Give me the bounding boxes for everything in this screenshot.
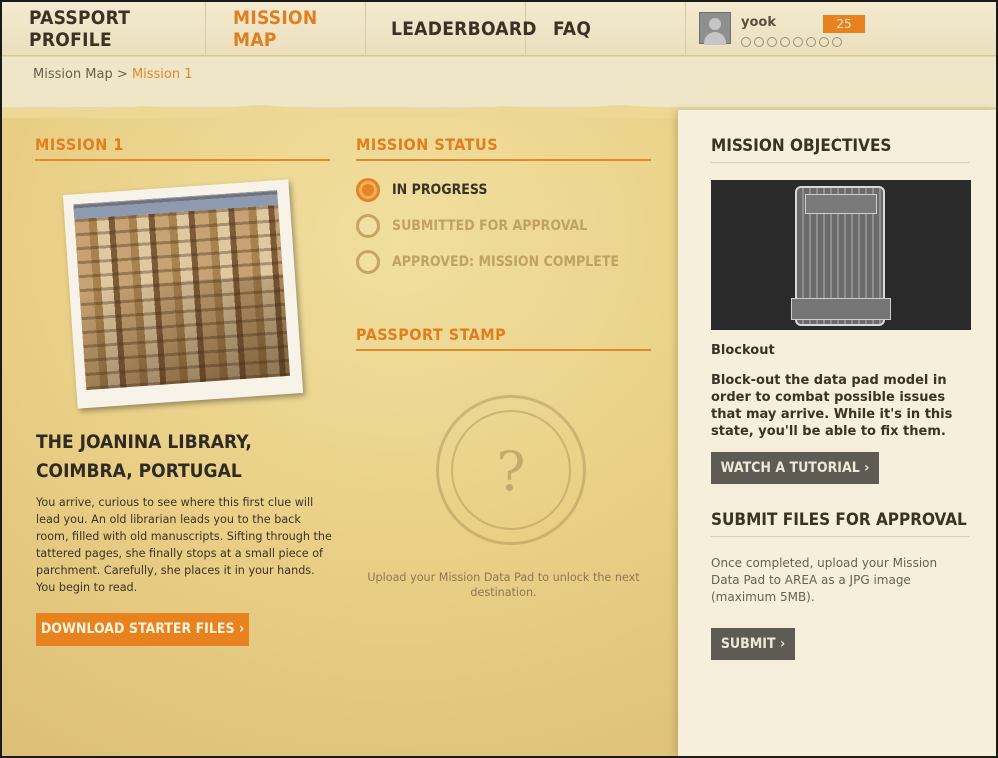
submit-instructions: Once completed, upload your Mission Data…: [711, 556, 938, 604]
submit-button-label: Submit: [720, 636, 776, 652]
progress-dot: [806, 37, 816, 47]
status-label: Approved: Mission Complete: [392, 254, 620, 270]
objective-description: Block-out the data pad model in order to…: [711, 373, 953, 439]
nav-passport-profile[interactable]: Passport Profile: [2, 2, 206, 56]
question-mark-icon: ?: [451, 410, 571, 530]
nav-mission-map[interactable]: Mission Map: [206, 2, 366, 56]
mission-heading-rule: [35, 159, 330, 161]
avatar[interactable]: [699, 12, 731, 45]
data-pad-model: [791, 186, 891, 326]
chevron-right-icon: ›: [238, 621, 245, 637]
submit-rule: [711, 536, 969, 537]
download-button-label: Download Starter Files: [40, 621, 235, 637]
objective-image-caption: Blockout: [711, 343, 775, 358]
progress-dots: [741, 37, 842, 47]
progress-dot: [793, 37, 803, 47]
mission-status-heading: Mission Status: [356, 135, 499, 154]
mission-status-rule: [356, 159, 651, 161]
progress-dot: [767, 37, 777, 47]
status-submitted: Submitted for Approval: [356, 214, 587, 238]
stamp-caption: Upload your Mission Data Pad to unlock t…: [367, 571, 640, 599]
status-radio-selected: [356, 178, 380, 202]
download-starter-files-button[interactable]: Download Starter Files ›: [36, 613, 249, 646]
tutorial-button-label: Watch a Tutorial: [720, 460, 860, 476]
objective-image: [711, 180, 971, 330]
username[interactable]: yook: [741, 15, 776, 30]
passport-stamp-heading: Passport Stamp: [356, 325, 507, 344]
progress-dot: [780, 37, 790, 47]
location-title: The Joanina Library, Coimbra, Portugal: [36, 428, 336, 486]
status-label: In Progress: [392, 182, 488, 198]
submit-heading: Submit Files for Approval: [711, 510, 967, 530]
status-radio: [356, 214, 380, 238]
breadcrumb-parent[interactable]: Mission Map: [33, 67, 113, 82]
objectives-panel: Mission Objectives Blockout Block-out th…: [678, 110, 996, 756]
objectives-heading: Mission Objectives: [711, 136, 892, 156]
status-label: Submitted for Approval: [392, 218, 588, 234]
chevron-right-icon: ›: [779, 636, 786, 652]
progress-dot: [819, 37, 829, 47]
mission-heading: Mission 1: [35, 135, 124, 154]
nav-faq[interactable]: FAQ: [526, 2, 686, 56]
objectives-rule: [711, 162, 969, 163]
passport-stamp-rule: [356, 349, 651, 351]
user-summary: yook 25: [686, 2, 996, 55]
status-radio: [356, 250, 380, 274]
mission-story: You arrive, curious to see where this fi…: [36, 496, 332, 594]
points-badge: 25: [823, 15, 865, 33]
location-title-line1: The Joanina Library,: [36, 431, 252, 453]
progress-dot: [741, 37, 751, 47]
breadcrumb-current: Mission 1: [131, 67, 193, 82]
submit-button[interactable]: Submit ›: [711, 628, 795, 660]
nav-leaderboard[interactable]: Leaderboard: [366, 2, 536, 56]
progress-dot: [754, 37, 764, 47]
status-approved: Approved: Mission Complete: [356, 250, 619, 274]
watch-tutorial-button[interactable]: Watch a Tutorial ›: [711, 452, 879, 484]
top-nav: Passport Profile Mission Map Leaderboard…: [2, 2, 996, 56]
mission-photo-frame: [62, 179, 304, 409]
progress-dot: [832, 37, 842, 47]
chevron-right-icon: ›: [864, 460, 870, 476]
location-title-line2: Coimbra, Portugal: [36, 460, 242, 482]
breadcrumb-separator: >: [116, 67, 128, 82]
status-in-progress: In Progress: [356, 178, 487, 202]
page-frame: Passport Profile Mission Map Leaderboard…: [2, 2, 996, 756]
passport-stamp-placeholder: ?: [436, 395, 586, 545]
breadcrumb: Mission Map > Mission 1: [33, 67, 193, 82]
mission-photo: [73, 190, 290, 390]
